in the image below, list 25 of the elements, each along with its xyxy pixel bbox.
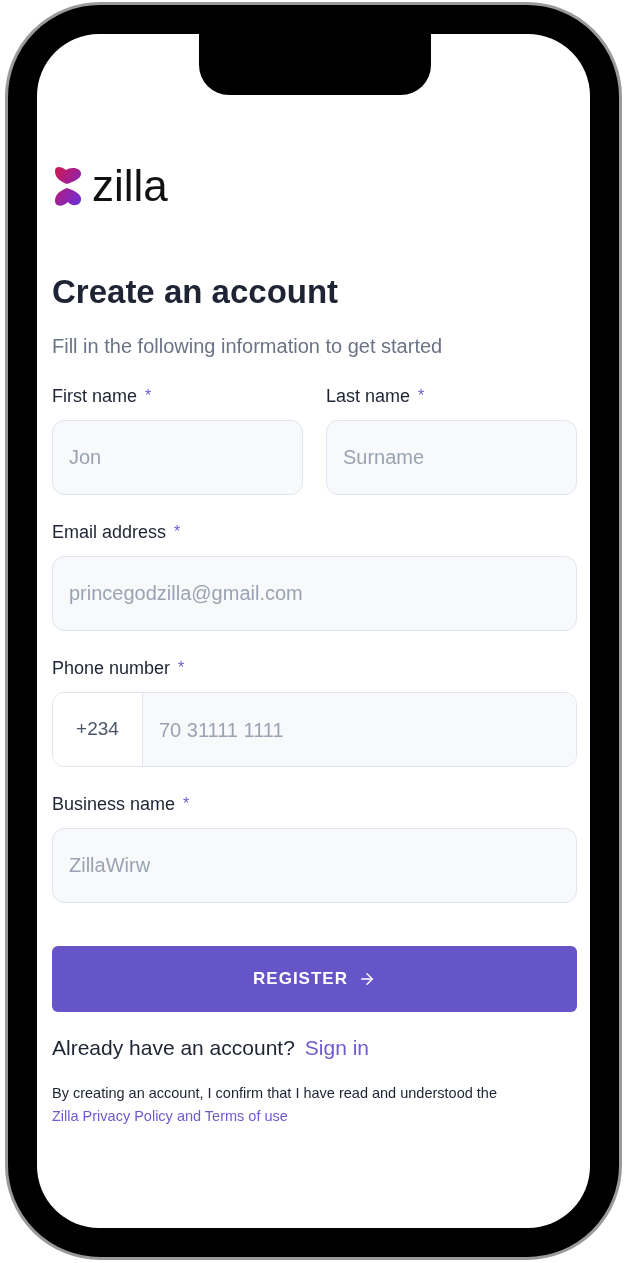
input-field[interactable]: Jon bbox=[52, 420, 303, 495]
register-button[interactable]: REGISTER bbox=[52, 946, 577, 1012]
phone-field[interactable]: +234 70 31111 1111 bbox=[52, 692, 577, 767]
page-heading: Create an account bbox=[52, 272, 340, 312]
field-label: First name bbox=[52, 384, 138, 408]
field-label: Last name bbox=[326, 384, 411, 408]
required-mark: * bbox=[178, 658, 185, 678]
privacy-terms-link[interactable]: Zilla Privacy Policy and Terms of use bbox=[52, 1107, 288, 1124]
field-label: Phone number bbox=[52, 656, 171, 680]
input-field[interactable]: ZillaWirw bbox=[52, 828, 577, 903]
logo-text: zilla bbox=[92, 164, 168, 208]
logo-icon bbox=[52, 165, 84, 207]
sign-in-link[interactable]: Sign in bbox=[304, 1032, 370, 1064]
subtitle: Fill in the following information to get started bbox=[52, 334, 444, 359]
field-label: Business name bbox=[52, 792, 176, 816]
field-label: Email address bbox=[52, 520, 167, 544]
legal-notice: By creating an account, I confirm that I have read and understood the Zilla Privacy Policy and Terms of use bbox=[52, 1083, 498, 1126]
required-mark: * bbox=[145, 386, 152, 406]
required-mark: * bbox=[183, 794, 190, 814]
required-mark: * bbox=[418, 386, 425, 406]
input-field[interactable]: princegodzilla@gmail.com bbox=[52, 556, 577, 631]
sign-in-prompt: Already have an account? bbox=[52, 1035, 295, 1061]
country-code[interactable]: +234 bbox=[53, 693, 143, 766]
required-mark: * bbox=[174, 522, 181, 542]
input-field[interactable]: Surname bbox=[326, 420, 577, 495]
